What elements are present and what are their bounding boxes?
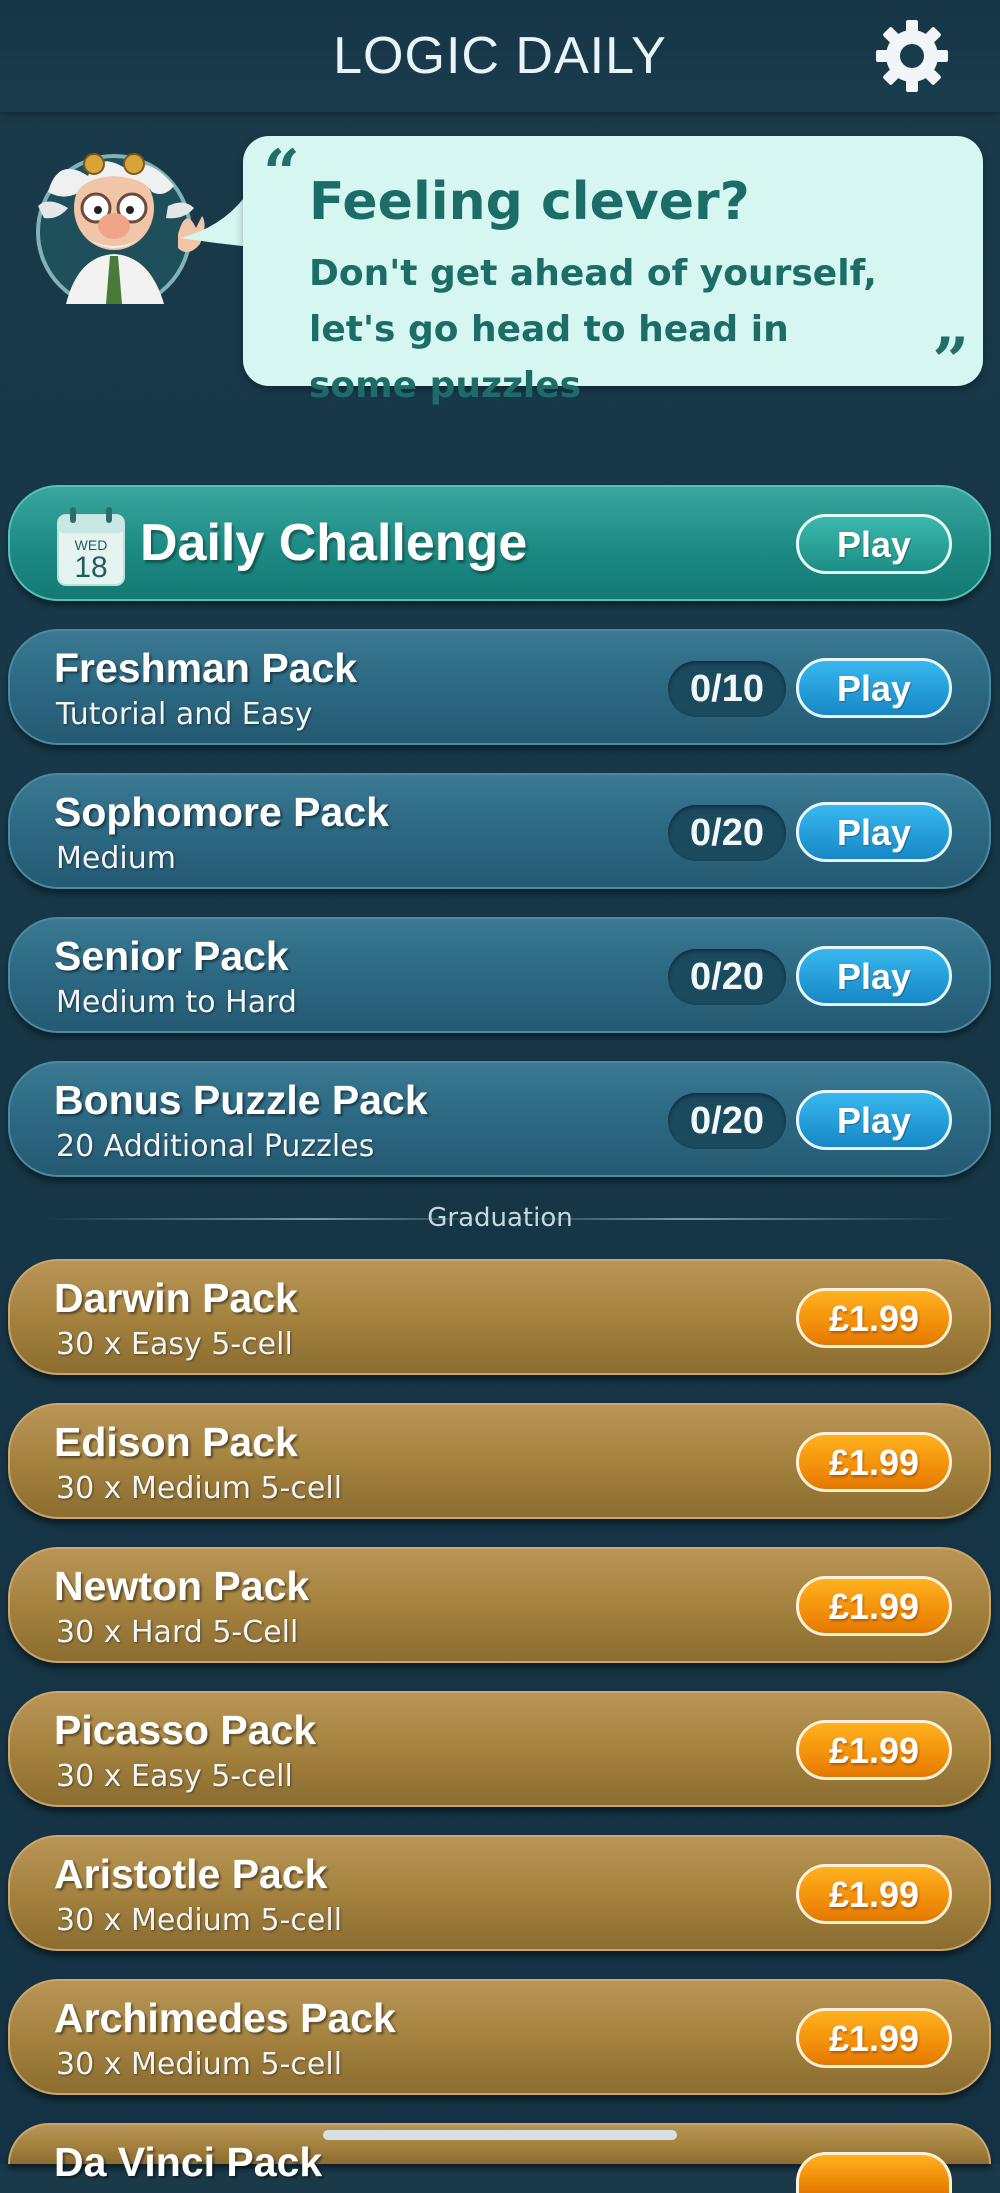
pack-subtitle: 20 Additional Puzzles xyxy=(56,1129,375,1164)
pack-row-edison[interactable]: Edison Pack 30 x Medium 5-cell £1.99 xyxy=(8,1403,991,1519)
pack-title: Sophomore Pack xyxy=(54,789,389,835)
pack-subtitle: Medium xyxy=(56,841,176,876)
open-quote-icon: “ xyxy=(263,136,300,211)
pack-row-sophomore[interactable]: Sophomore Pack Medium 0/20 Play xyxy=(8,773,991,889)
pack-title: Bonus Puzzle Pack xyxy=(54,1077,428,1123)
pack-progress: 0/10 xyxy=(668,661,786,717)
pack-title: Da Vinci Pack xyxy=(54,2139,323,2185)
pack-row-newton[interactable]: Newton Pack 30 x Hard 5-Cell £1.99 xyxy=(8,1547,991,1663)
pack-title: Picasso Pack xyxy=(54,1707,317,1753)
pack-progress: 0/20 xyxy=(668,1093,786,1149)
pack-title: Senior Pack xyxy=(54,933,289,979)
price-button[interactable]: £1.99 xyxy=(796,1288,952,1348)
pack-row-senior[interactable]: Senior Pack Medium to Hard 0/20 Play xyxy=(8,917,991,1033)
pack-row-darwin[interactable]: Darwin Pack 30 x Easy 5-cell £1.99 xyxy=(8,1259,991,1375)
price-button[interactable]: £1.99 xyxy=(796,1576,952,1636)
price-button[interactable]: £1.99 xyxy=(796,1432,952,1492)
pack-subtitle: 30 x Hard 5-Cell xyxy=(56,1615,299,1650)
app-title: LOGIC DAILY xyxy=(333,27,667,85)
pack-subtitle: Tutorial and Easy xyxy=(56,697,313,732)
close-quote-icon: ” xyxy=(932,324,969,399)
speech-bubble: “ Feeling clever? Don't get ahead of you… xyxy=(243,136,983,406)
pack-row-aristotle[interactable]: Aristotle Pack 30 x Medium 5-cell £1.99 xyxy=(8,1835,991,1951)
daily-challenge-row[interactable]: WED 18 Daily Challenge Play xyxy=(8,485,991,601)
bubble-title: Feeling clever? xyxy=(309,172,750,232)
pack-title: Aristotle Pack xyxy=(54,1851,328,1897)
pack-row-picasso[interactable]: Picasso Pack 30 x Easy 5-cell £1.99 xyxy=(8,1691,991,1807)
pack-subtitle: 30 x Easy 5-cell xyxy=(56,1759,293,1794)
price-button[interactable]: £1.99 xyxy=(796,1864,952,1924)
section-divider-label: Graduation xyxy=(0,1203,1000,1233)
pack-title: Edison Pack xyxy=(54,1419,298,1465)
pack-row-bonus[interactable]: Bonus Puzzle Pack 20 Additional Puzzles … xyxy=(8,1061,991,1177)
daily-challenge-title: Daily Challenge xyxy=(140,514,528,572)
home-indicator xyxy=(323,2130,677,2140)
pack-row-freshman[interactable]: Freshman Pack Tutorial and Easy 0/10 Pla… xyxy=(8,629,991,745)
pack-row-archimedes[interactable]: Archimedes Pack 30 x Medium 5-cell £1.99 xyxy=(8,1979,991,2095)
play-button[interactable]: Play xyxy=(796,1090,952,1150)
play-button[interactable]: Play xyxy=(796,802,952,862)
price-button[interactable]: £1.99 xyxy=(796,2008,952,2068)
pack-subtitle: 30 x Easy 5-cell xyxy=(56,1327,293,1362)
pack-progress: 0/20 xyxy=(668,805,786,861)
bubble-body: Don't get ahead of yourself, let's go he… xyxy=(309,253,877,406)
pack-subtitle: 30 x Medium 5-cell xyxy=(56,1471,343,1506)
price-button[interactable]: £1.99 xyxy=(796,1720,952,1780)
calendar-date: 18 xyxy=(74,551,108,584)
pack-title: Newton Pack xyxy=(54,1563,310,1609)
pack-subtitle: Medium to Hard xyxy=(56,985,297,1020)
pack-progress: 0/20 xyxy=(668,949,786,1005)
pack-title: Freshman Pack xyxy=(54,645,358,691)
pack-subtitle: 30 x Medium 5-cell xyxy=(56,1903,343,1938)
price-button[interactable] xyxy=(796,2152,952,2193)
daily-play-button[interactable]: Play xyxy=(796,514,952,574)
pack-title: Archimedes Pack xyxy=(54,1995,396,2041)
top-bar: LOGIC DAILY xyxy=(0,0,1000,112)
play-button[interactable]: Play xyxy=(796,658,952,718)
gear-icon[interactable] xyxy=(872,16,952,96)
pack-title: Darwin Pack xyxy=(54,1275,298,1321)
play-button[interactable]: Play xyxy=(796,946,952,1006)
pack-subtitle: 30 x Medium 5-cell xyxy=(56,2047,343,2082)
graduation-label: Graduation xyxy=(427,1203,573,1233)
